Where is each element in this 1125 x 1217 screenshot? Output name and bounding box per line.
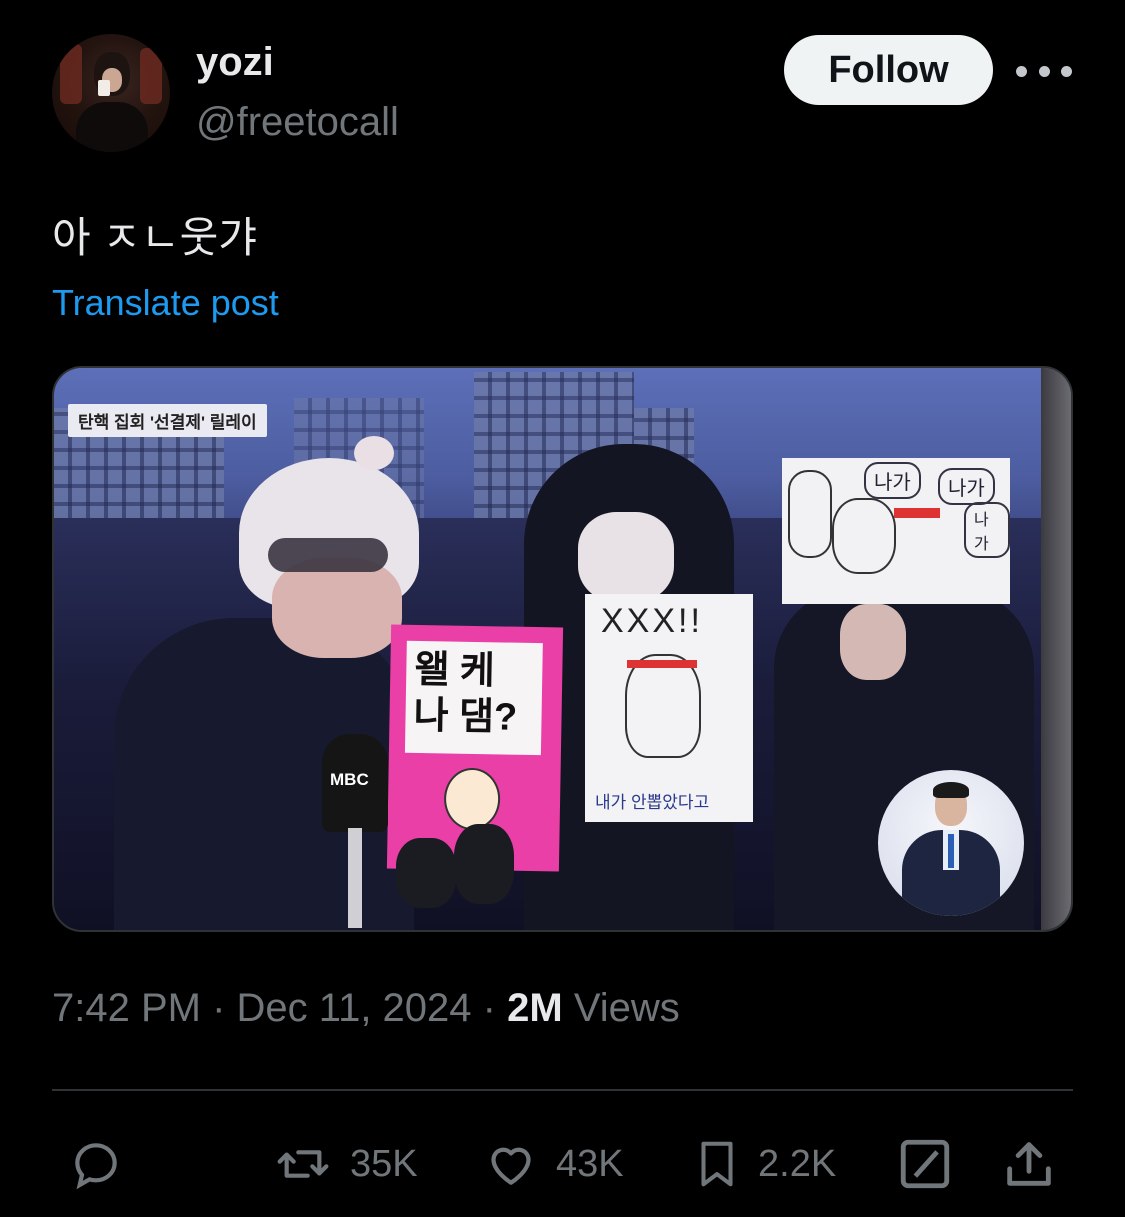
- share-button[interactable]: [1000, 1134, 1058, 1194]
- sign-doodle: [788, 470, 832, 558]
- sign-doodle: [627, 660, 697, 668]
- retweet-icon: [277, 1150, 329, 1178]
- retweet-button[interactable]: 35K: [270, 1134, 418, 1194]
- sign-doodle: [443, 767, 501, 831]
- media-face-mask: [272, 558, 402, 658]
- display-name[interactable]: yozi: [196, 40, 274, 85]
- media-sunglasses: [268, 538, 388, 572]
- microphone: MBC: [322, 734, 388, 832]
- meta-separator: ·: [212, 986, 226, 1030]
- post-media-image[interactable]: 탄핵 집회 '선결제' 릴레이 왤 케 나 댐? XXX!! 내가 안뽑았다고 …: [52, 366, 1073, 932]
- views-count: 2M: [507, 986, 563, 1030]
- more-options-icon[interactable]: [1016, 54, 1072, 88]
- tv-frame-edge: [1041, 368, 1071, 930]
- sign-doodle: [832, 498, 896, 574]
- sign-doodle: [625, 654, 701, 758]
- sign-text: XXX!!: [601, 602, 703, 640]
- news-caption: 탄핵 집회 '선결제' 릴레이: [68, 404, 267, 437]
- media-glove: [396, 838, 456, 908]
- avatar[interactable]: [52, 34, 170, 152]
- reply-button[interactable]: [66, 1134, 126, 1194]
- protest-sign-speech: 나가 나가 나가: [782, 458, 1010, 604]
- post-meta: 7:42 PM · Dec 11, 2024 · 2M Views: [52, 986, 680, 1031]
- grok-icon: [900, 1139, 950, 1189]
- post-text: 아 ㅈㄴ웃갸: [52, 214, 257, 261]
- like-button[interactable]: 43K: [480, 1134, 624, 1194]
- media-face-mask: [578, 512, 674, 602]
- mic-logo: MBC: [330, 770, 369, 789]
- media-hat-pompom: [354, 436, 394, 470]
- avatar-bg-seat: [60, 44, 82, 104]
- follow-button[interactable]: Follow: [784, 35, 993, 105]
- post-time[interactable]: 7:42 PM: [52, 986, 201, 1030]
- avatar-cup: [98, 80, 110, 96]
- bookmark-icon: [701, 1141, 733, 1187]
- like-count: 43K: [556, 1142, 624, 1185]
- reply-icon: [75, 1143, 117, 1190]
- heart-icon: [491, 1147, 531, 1185]
- post-date[interactable]: Dec 11, 2024: [237, 986, 472, 1030]
- meta-separator: ·: [482, 986, 496, 1030]
- share-icon: [1007, 1142, 1051, 1186]
- grok-button[interactable]: [896, 1134, 954, 1194]
- bookmark-count: 2.2K: [758, 1142, 837, 1185]
- divider: [52, 1089, 1073, 1091]
- avatar-bg-seat: [140, 48, 162, 104]
- avatar-figure: [76, 102, 148, 152]
- sign-text: 나가: [864, 462, 921, 499]
- views-label: Views: [573, 986, 680, 1030]
- sign-text: 내가 안뽑았다고: [595, 793, 710, 812]
- user-handle[interactable]: @freetocall: [196, 100, 399, 145]
- bookmark-button[interactable]: 2.2K: [690, 1134, 836, 1194]
- media-glove: [454, 824, 514, 904]
- translate-post-link[interactable]: Translate post: [52, 282, 279, 324]
- protest-sign-cartoon: XXX!! 내가 안뽑았다고: [585, 594, 753, 822]
- sign-language-interpreter: [878, 770, 1024, 916]
- media-hand: [840, 604, 906, 680]
- retweet-count: 35K: [350, 1142, 418, 1185]
- sign-text: 나가: [964, 502, 1010, 558]
- sign-text: 왤 케 나 댐?: [413, 648, 518, 739]
- sign-doodle: [894, 508, 940, 518]
- sign-text: 나가: [938, 468, 995, 505]
- microphone-handle: [348, 828, 362, 928]
